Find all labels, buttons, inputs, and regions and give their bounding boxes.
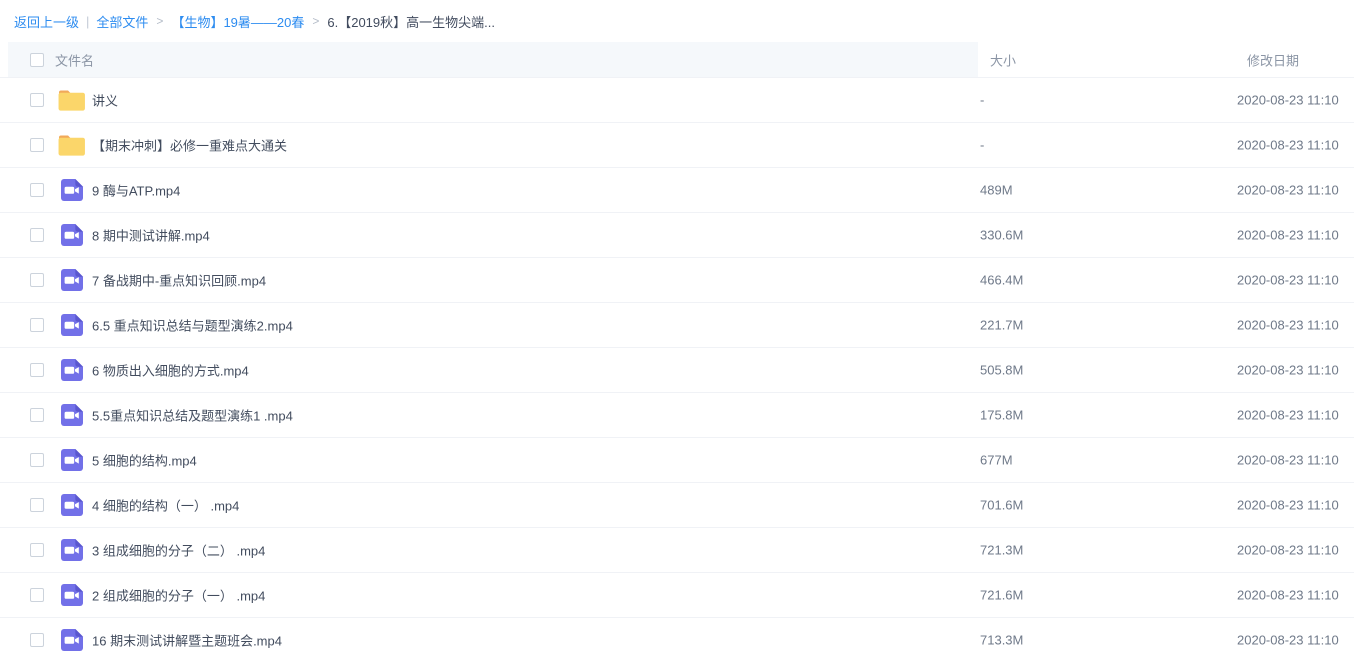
video-file-icon [57,358,86,382]
row-checkbox[interactable] [30,453,44,467]
video-file-icon [57,403,86,427]
table-row[interactable]: 5 细胞的结构.mp4 677M 2020-08-23 11:10 [0,438,1354,483]
file-name[interactable]: 5 细胞的结构.mp4 [92,451,197,470]
file-name[interactable]: 2 组成细胞的分子（一） .mp4 [92,586,265,605]
file-name[interactable]: 7 备战期中-重点知识回顾.mp4 [92,271,266,290]
row-checkbox[interactable] [30,183,44,197]
video-file-icon [57,223,86,247]
file-name[interactable]: 6 物质出入细胞的方式.mp4 [92,361,249,380]
file-name[interactable]: 8 期中测试讲解.mp4 [92,226,210,245]
column-header-filename[interactable]: 文件名 [55,50,94,69]
file-name[interactable]: 讲义 [92,91,118,110]
file-name[interactable]: 4 细胞的结构（一） .mp4 [92,496,239,515]
breadcrumb-separator: > [156,14,163,28]
breadcrumb-item-biology-folder[interactable]: 【生物】19暑——20春 [171,12,304,31]
file-size: 330.6M [980,228,1023,243]
table-row[interactable]: 7 备战期中-重点知识回顾.mp4 466.4M 2020-08-23 11:1… [0,258,1354,303]
row-checkbox[interactable] [30,273,44,287]
file-modified-date: 2020-08-23 11:10 [1237,498,1339,513]
file-modified-date: 2020-08-23 11:10 [1237,183,1339,198]
file-size: 721.6M [980,588,1023,603]
file-modified-date: 2020-08-23 11:10 [1237,228,1339,243]
file-modified-date: 2020-08-23 11:10 [1237,588,1339,603]
file-name[interactable]: 6.5 重点知识总结与题型演练2.mp4 [92,316,293,335]
row-checkbox[interactable] [30,498,44,512]
header-background [8,42,978,77]
file-modified-date: 2020-08-23 11:10 [1237,363,1339,378]
row-checkbox[interactable] [30,138,44,152]
video-file-icon [57,538,86,562]
file-modified-date: 2020-08-23 11:10 [1237,273,1339,288]
file-name[interactable]: 5.5重点知识总结及题型演练1 .mp4 [92,406,293,425]
file-size: 466.4M [980,273,1023,288]
video-file-icon [57,448,86,472]
video-file-icon [57,493,86,517]
file-size: 505.8M [980,363,1023,378]
breadcrumb-separator: > [312,14,319,28]
row-checkbox[interactable] [30,363,44,377]
table-row[interactable]: 16 期末测试讲解暨主题班会.mp4 713.3M 2020-08-23 11:… [0,618,1354,653]
table-row[interactable]: 2 组成细胞的分子（一） .mp4 721.6M 2020-08-23 11:1… [0,573,1354,618]
table-row[interactable]: 3 组成细胞的分子（二） .mp4 721.3M 2020-08-23 11:1… [0,528,1354,573]
video-file-icon [57,583,86,607]
file-size: 175.8M [980,408,1023,423]
file-modified-date: 2020-08-23 11:10 [1237,408,1339,423]
folder-icon [57,88,86,112]
file-size: 721.3M [980,543,1023,558]
row-checkbox[interactable] [30,633,44,647]
file-name[interactable]: 16 期末测试讲解暨主题班会.mp4 [92,631,282,650]
video-file-icon [57,268,86,292]
file-size: - [980,93,984,108]
file-modified-date: 2020-08-23 11:10 [1237,93,1339,108]
file-modified-date: 2020-08-23 11:10 [1237,318,1339,333]
breadcrumb-current-folder: 6.【2019秋】高一生物尖端... [327,12,495,31]
row-checkbox[interactable] [30,588,44,602]
row-checkbox[interactable] [30,228,44,242]
file-table-header: 文件名 大小 修改日期 [0,42,1354,78]
table-row[interactable]: 4 细胞的结构（一） .mp4 701.6M 2020-08-23 11:10 [0,483,1354,528]
select-all-checkbox[interactable] [30,53,44,67]
row-checkbox[interactable] [30,408,44,422]
row-checkbox[interactable] [30,93,44,107]
breadcrumb-pipe-divider: | [86,14,89,29]
column-header-modified-date[interactable]: 修改日期 [1247,50,1299,69]
table-row[interactable]: 讲义 - 2020-08-23 11:10 [0,78,1354,123]
file-modified-date: 2020-08-23 11:10 [1237,633,1339,648]
table-row[interactable]: 5.5重点知识总结及题型演练1 .mp4 175.8M 2020-08-23 1… [0,393,1354,438]
file-name[interactable]: 【期末冲刺】必修一重难点大通关 [92,136,287,155]
breadcrumb-back-link[interactable]: 返回上一级 [14,12,79,31]
row-checkbox[interactable] [30,318,44,332]
row-checkbox[interactable] [30,543,44,557]
file-list: 讲义 - 2020-08-23 11:10 【期末冲刺】必修一重难点大通关 - … [0,78,1354,653]
video-file-icon [57,313,86,337]
video-file-icon [57,178,86,202]
table-row[interactable]: 【期末冲刺】必修一重难点大通关 - 2020-08-23 11:10 [0,123,1354,168]
table-row[interactable]: 9 酶与ATP.mp4 489M 2020-08-23 11:10 [0,168,1354,213]
breadcrumb: 返回上一级 | 全部文件 > 【生物】19暑——20春 > 6.【2019秋】高… [0,0,1354,42]
file-size: 677M [980,453,1013,468]
file-name[interactable]: 3 组成细胞的分子（二） .mp4 [92,541,265,560]
file-modified-date: 2020-08-23 11:10 [1237,138,1339,153]
video-file-icon [57,628,86,652]
file-modified-date: 2020-08-23 11:10 [1237,543,1339,558]
file-size: 713.3M [980,633,1023,648]
table-row[interactable]: 8 期中测试讲解.mp4 330.6M 2020-08-23 11:10 [0,213,1354,258]
file-name[interactable]: 9 酶与ATP.mp4 [92,181,180,200]
breadcrumb-item-all-files[interactable]: 全部文件 [96,12,148,31]
file-size: 701.6M [980,498,1023,513]
table-row[interactable]: 6 物质出入细胞的方式.mp4 505.8M 2020-08-23 11:10 [0,348,1354,393]
table-row[interactable]: 6.5 重点知识总结与题型演练2.mp4 221.7M 2020-08-23 1… [0,303,1354,348]
folder-icon [57,133,86,157]
file-size: 489M [980,183,1013,198]
column-header-size[interactable]: 大小 [990,50,1016,69]
file-modified-date: 2020-08-23 11:10 [1237,453,1339,468]
file-size: 221.7M [980,318,1023,333]
file-size: - [980,138,984,153]
